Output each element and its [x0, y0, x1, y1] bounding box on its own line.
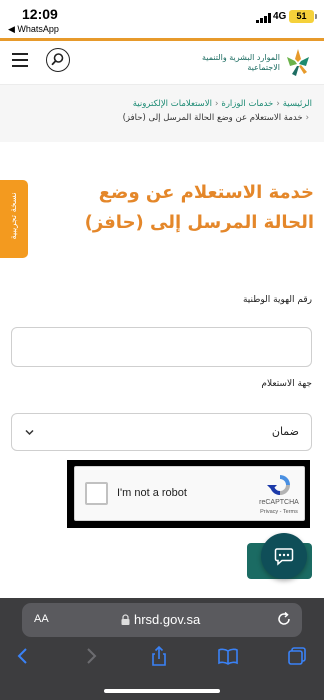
back-icon[interactable]	[12, 645, 34, 667]
breadcrumb-e-inquiries[interactable]: الاستعلامات الإلكترونية	[133, 99, 212, 109]
battery-level: 51	[289, 10, 317, 23]
chat-icon	[274, 548, 294, 566]
inquiry-party-select[interactable]: ضمان	[11, 413, 312, 451]
share-icon[interactable]	[148, 645, 170, 667]
beta-feedback-tab[interactable]: نسخة تجريبية	[0, 180, 28, 258]
forward-icon[interactable]	[80, 645, 102, 667]
recaptcha-terms-link[interactable]: Privacy - Terms	[253, 509, 305, 515]
breadcrumb-ministry-services[interactable]: خدمات الوزارة	[221, 99, 273, 109]
chevron-down-icon	[25, 429, 34, 436]
lock-icon	[121, 614, 130, 625]
recaptcha-brand: reCAPTCHA	[259, 499, 299, 506]
network-type: 4G	[273, 11, 287, 22]
recaptcha-checkbox[interactable]	[85, 482, 108, 505]
recaptcha-logo-icon	[267, 475, 290, 495]
signal-icon	[256, 13, 271, 23]
screen: 12:09 ◀ WhatsApp 4G 51 الموارد البشرية و…	[0, 0, 324, 700]
breadcrumb-home[interactable]: الرئيسية	[283, 99, 312, 109]
national-id-label: رقم الهوية الوطنية	[242, 295, 312, 305]
beta-tab-label: نسخة تجريبية	[9, 192, 19, 240]
search-button[interactable]	[46, 48, 70, 72]
breadcrumb-current: خدمة الاستعلام عن وضع الحالة المرسل إلى …	[122, 113, 303, 123]
back-to-whatsapp[interactable]: ◀ WhatsApp	[8, 24, 59, 35]
home-indicator	[104, 689, 220, 693]
chat-button[interactable]	[261, 533, 307, 579]
page-title: خدمة الاستعلام عن وضع الحالة المرسل إلى …	[84, 182, 314, 233]
inquiry-party-value: ضمان	[271, 425, 299, 438]
national-id-field[interactable]	[11, 327, 312, 367]
breadcrumb: الرئيسية‹خدمات الوزارة‹الاستعلامات الإلك…	[0, 85, 324, 142]
reload-icon[interactable]	[276, 611, 292, 627]
inquiry-party-label: جهة الاستعلام	[261, 379, 312, 389]
recaptcha-widget: I'm not a robot reCAPTCHA Privacy - Term…	[74, 466, 305, 521]
address-bar[interactable]: AA hrsd.gov.sa	[22, 603, 302, 637]
status-time: 12:09	[22, 6, 58, 22]
recaptcha-label: I'm not a robot	[117, 487, 187, 499]
search-icon	[51, 53, 64, 66]
text-size-button[interactable]: AA	[34, 613, 49, 625]
status-bar: 12:09 ◀ WhatsApp 4G 51	[0, 0, 324, 38]
url-host: hrsd.gov.sa	[134, 612, 201, 627]
site-header: الموارد البشرية والتنمية الاجتماعية	[0, 41, 324, 85]
bookmarks-icon[interactable]	[217, 645, 239, 667]
tabs-icon[interactable]	[286, 645, 308, 667]
ministry-logo-icon[interactable]	[284, 47, 312, 77]
menu-icon[interactable]	[12, 53, 28, 67]
ministry-logo-text: الموارد البشرية والتنمية الاجتماعية	[202, 53, 280, 72]
